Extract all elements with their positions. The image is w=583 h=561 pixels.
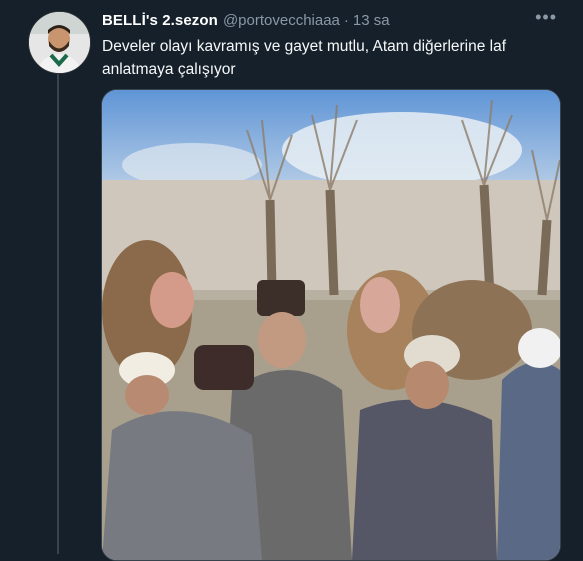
tweet-photo[interactable] — [101, 89, 561, 561]
display-name[interactable]: BELLİ's 2.sezon — [102, 12, 218, 29]
photo-image — [102, 90, 560, 560]
avatar[interactable] — [28, 11, 91, 74]
thread-connector-line — [57, 74, 59, 554]
separator-dot: · — [343, 11, 349, 29]
user-handle[interactable]: @portovecchiaaa — [223, 12, 340, 29]
tweet-header: BELLİ's 2.sezon @portovecchiaaa · 13 sa — [102, 9, 563, 31]
more-options-icon[interactable]: ••• — [535, 7, 557, 28]
timestamp[interactable]: 13 sa — [353, 12, 390, 29]
avatar-image — [29, 12, 90, 73]
tweet-text: Develer olayı kavramış ve gayet mutlu, A… — [102, 38, 507, 78]
